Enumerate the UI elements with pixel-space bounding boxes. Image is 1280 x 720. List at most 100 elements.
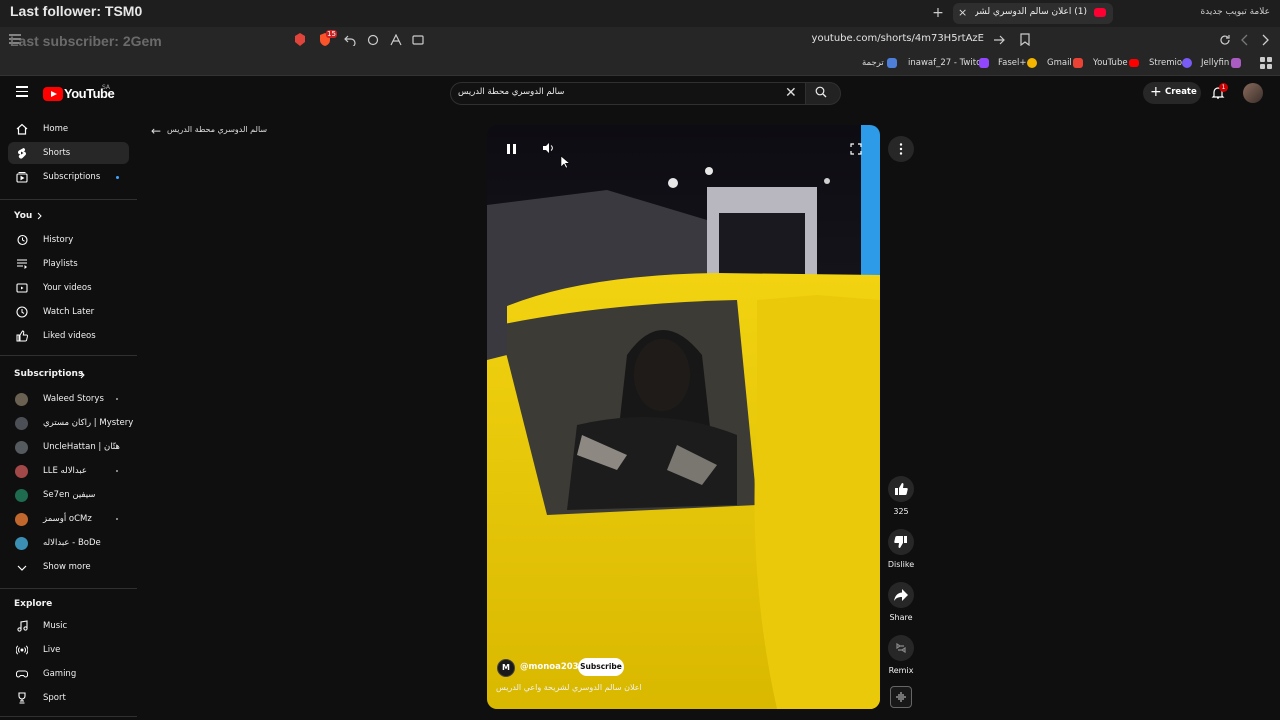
stremio-icon: [1182, 58, 1192, 68]
channel-avatar: [15, 537, 28, 550]
shields-count-badge: 15: [326, 30, 337, 38]
gmail-icon: [1073, 58, 1083, 68]
like-icon: [16, 330, 28, 342]
channel-name: أوسمز oCMz: [43, 514, 92, 524]
sidebar-heading-you[interactable]: You: [14, 211, 32, 221]
shorts-video-player[interactable]: M @monoa2030 Subscribe اعلان سالم الدوسر…: [487, 125, 880, 709]
account-avatar[interactable]: [1243, 83, 1263, 103]
new-tab-label[interactable]: علامة تبويب جديدة: [1200, 7, 1270, 17]
sidebar-label-home: Home: [43, 124, 69, 134]
sidebar-label-sport: Sport: [43, 693, 66, 703]
pause-icon[interactable]: [506, 143, 880, 155]
stream-overlay-last-subscriber: Last subscriber: 2Gem: [10, 33, 162, 49]
sidebar-label-gaming: Gaming: [43, 669, 77, 679]
subscribe-button[interactable]: Subscribe: [578, 658, 624, 676]
new-tab-button[interactable]: +: [930, 5, 946, 21]
search-icon[interactable]: [815, 86, 827, 98]
region-code: SA: [102, 84, 111, 91]
tab-close-icon[interactable]: ×: [958, 6, 967, 19]
share-label: Share: [889, 613, 913, 622]
translate-icon[interactable]: [390, 34, 402, 46]
mouse-cursor-icon: [560, 155, 569, 169]
thumbs-up-icon: [895, 483, 908, 496]
channel-avatar: [15, 489, 28, 502]
translate-bookmark-icon: [887, 58, 897, 68]
sport-trophy-icon: [18, 692, 26, 704]
new-content-dot: [116, 518, 118, 520]
live-icon: [16, 645, 28, 655]
chat-icon[interactable]: [367, 34, 379, 46]
back-nav-icon[interactable]: [1240, 34, 1250, 46]
sidebar-label-shorts: Shorts: [43, 148, 71, 158]
sidebar-divider: [0, 588, 137, 589]
channel-avatar: [15, 393, 28, 406]
sidebar-label-history: History: [43, 235, 74, 245]
bookmark-jellyfin[interactable]: Jellyfin: [1201, 58, 1229, 68]
remix-icon: [896, 642, 906, 654]
sidebar-label-music: Music: [43, 621, 68, 631]
clear-search-icon[interactable]: ✕: [785, 85, 797, 101]
shorts-icon: [18, 148, 26, 159]
bookmark-fasel[interactable]: Fasel+: [998, 58, 1026, 68]
sidebar-heading-explore: Explore: [14, 599, 53, 609]
share-arrow-icon: [894, 589, 908, 601]
new-content-dot: [116, 446, 118, 448]
channel-avatar: [15, 465, 28, 478]
chevron-right-icon: [80, 371, 85, 379]
show-more-label: Show more: [43, 562, 91, 572]
channel-avatar[interactable]: M: [497, 659, 515, 677]
fullscreen-icon[interactable]: [850, 143, 862, 155]
channel-handle[interactable]: @monoa2030: [520, 662, 584, 672]
forward-nav-icon[interactable]: [1260, 34, 1270, 46]
notification-count-badge: 1: [1219, 83, 1228, 92]
volume-icon[interactable]: [542, 142, 554, 154]
channel-name: راكان مستري | Mystery: [43, 418, 134, 428]
bookmark-twitch[interactable]: inawaf_27 - Twitch: [908, 58, 986, 68]
bookmark-youtube[interactable]: YouTube: [1093, 58, 1128, 68]
home-icon: [16, 123, 28, 135]
youtube-logo-icon[interactable]: [43, 87, 63, 101]
channel-avatar: [15, 513, 28, 526]
sidebar-panel-icon[interactable]: [412, 34, 424, 46]
address-toolbar: [0, 27, 1280, 52]
undo-icon[interactable]: [344, 34, 356, 46]
apps-grid-icon[interactable]: [1260, 57, 1272, 69]
sidebar-label-liked-videos: Liked videos: [43, 331, 96, 341]
channel-avatar: [15, 441, 28, 454]
twitch-icon: [979, 58, 989, 68]
chevron-down-icon: [17, 565, 27, 571]
your-videos-icon: [16, 283, 28, 293]
share-link-icon[interactable]: [993, 35, 1005, 45]
sound-waveform-icon: [896, 692, 906, 702]
new-content-dot: [116, 470, 118, 472]
sidebar-label-live: Live: [43, 645, 61, 655]
bookmark-gmail[interactable]: Gmail: [1047, 58, 1072, 68]
new-content-dot: [116, 398, 118, 400]
fasel-icon: [1027, 58, 1037, 68]
new-content-dot: [116, 176, 119, 179]
channel-name: Se7en سيفين: [43, 490, 96, 500]
channel-avatar: [15, 417, 28, 430]
channel-name: UncleHattan | هتّان: [43, 442, 120, 452]
chevron-right-icon: [37, 212, 42, 220]
bookmark-icon[interactable]: [1020, 33, 1030, 46]
jellyfin-icon: [1231, 58, 1241, 68]
short-caption[interactable]: اعلان سالم الدوسري لشريحة واعي الدريس: [496, 683, 642, 692]
back-arrow-icon[interactable]: ←: [151, 124, 161, 138]
like-count: 325: [893, 507, 909, 516]
search-query[interactable]: سالم الدوسري محطة الدريس: [458, 87, 564, 97]
bookmark-translate[interactable]: ترجمة: [862, 58, 884, 68]
reload-icon[interactable]: [1219, 34, 1231, 46]
tab-title: (1) اعلان سالم الدوسري لشريحة: [975, 7, 1087, 17]
brave-rewards-icon[interactable]: [293, 32, 307, 47]
youtube-bookmark-icon: [1129, 59, 1139, 67]
bookmark-stremio[interactable]: Stremio: [1149, 58, 1182, 68]
sidebar-divider: [0, 199, 137, 200]
gaming-icon: [16, 670, 28, 678]
sidebar-heading-subscriptions[interactable]: Subscriptions: [14, 369, 83, 379]
guide-menu-icon[interactable]: [16, 86, 28, 98]
remix-label: Remix: [888, 666, 914, 675]
search-results-back-label[interactable]: سالم الدوسري محطة الدريس: [167, 125, 267, 134]
address-bar-url[interactable]: youtube.com/shorts/4m73H5rtAzE: [790, 33, 984, 44]
playlists-icon: [17, 259, 27, 269]
